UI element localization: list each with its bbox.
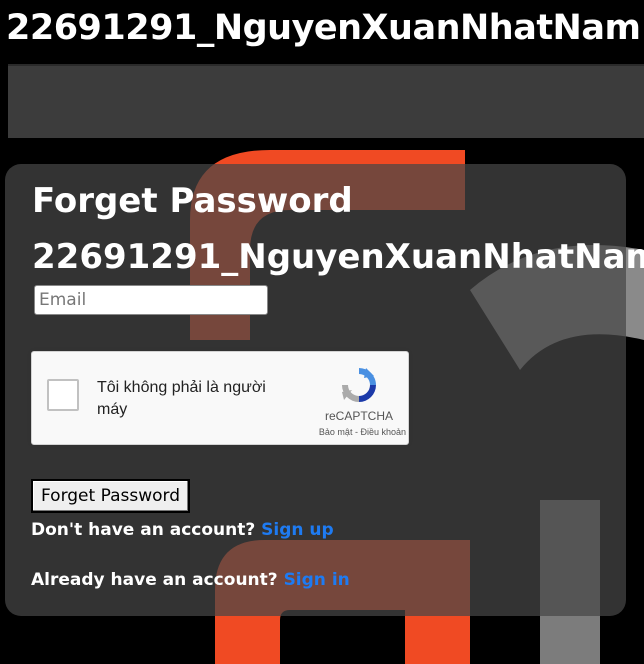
signup-link[interactable]: Sign up (261, 520, 334, 540)
signin-prompt: Already have an account? Sign in (31, 570, 350, 590)
nav-bar (8, 64, 644, 138)
recaptcha-terms-link[interactable]: Điều khoản (360, 427, 406, 437)
forget-password-button[interactable]: Forget Password (31, 479, 190, 513)
recaptcha-label: Tôi không phải là người máy (97, 379, 266, 418)
recaptcha-privacy-link[interactable]: Bảo mật (319, 427, 353, 437)
recaptcha-icon (342, 368, 376, 402)
form-heading: Forget Password (32, 181, 353, 221)
page-title: 22691291_NguyenXuanNhatNam (6, 8, 641, 48)
recaptcha-links: Bảo mật - Điều khoản (286, 427, 406, 437)
forget-password-card: Forget Password 22691291_NguyenXuanNhatN… (5, 164, 644, 616)
signup-prompt-text: Don't have an account? (31, 520, 256, 540)
recaptcha-brand: reCAPTCHA (324, 409, 393, 423)
signin-prompt-text: Already have an account? (31, 570, 278, 590)
recaptcha-widget: Tôi không phải là người máy reCAPTCHA Bả… (31, 351, 409, 445)
signin-link[interactable]: Sign in (284, 570, 350, 590)
recaptcha-checkbox[interactable] (47, 379, 79, 411)
email-input[interactable] (34, 285, 268, 315)
form-subheading: 22691291_NguyenXuanNhatNam (32, 237, 644, 277)
signup-prompt: Don't have an account? Sign up (31, 520, 334, 540)
